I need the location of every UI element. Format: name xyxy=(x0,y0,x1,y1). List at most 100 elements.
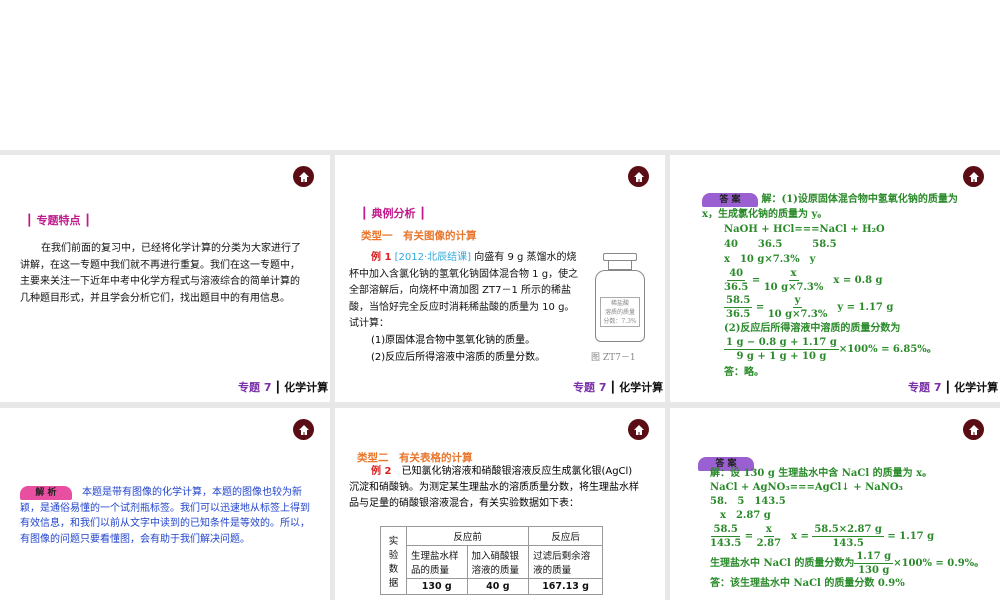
footer-separator: ┃ xyxy=(944,381,952,394)
label-line: 分数：7.3% xyxy=(603,318,637,325)
denominator: 9 g + 1 g + 10 g xyxy=(736,351,827,362)
slide-footer: 专题 7 ┃ 化学计算 xyxy=(908,381,998,394)
home-icon[interactable] xyxy=(293,166,314,187)
header-before: 反应前 xyxy=(405,526,530,546)
numerator: 58.5 xyxy=(724,295,753,308)
denominator: 2.87 xyxy=(756,538,782,549)
figure-caption: 图 ZT7－1 xyxy=(591,353,636,363)
type-heading: 类型一 有关图像的计算 xyxy=(361,230,477,242)
slide-footer: 专题 7 ┃ 化学计算 xyxy=(238,381,328,394)
result: ×100% = 0.9%。 xyxy=(893,558,985,569)
example-1-text: 例 1 [2012·北辰结课] 向盛有 9 g 蒸馏水的烧杯中加入含氯化钠的氢氧… xyxy=(349,250,584,333)
question-2: (2)反应后所得溶液中溶质的质量分数。 xyxy=(371,352,546,363)
x-label: x = xyxy=(791,531,809,542)
home-icon[interactable] xyxy=(628,166,649,187)
label-line: 溶质的质量 xyxy=(604,309,635,316)
footer-topic: 专题 7 xyxy=(238,381,272,394)
reagent-bottle-figure: 稀盐酸 溶质的质量 分数：7.3% xyxy=(593,253,647,345)
experiment-table: 实验数据 反应前 反应后 生理盐水样品的质量 加入硝酸银溶液的质量 过滤后剩余溶液的质量… xyxy=(380,526,603,595)
slide-thumbnail-1[interactable]: ┃ 专题特点 ┃ 在我们前面的复习中，已经将化学计算的分类为大家进行了讲解，在这… xyxy=(0,155,330,402)
slide-thumbnail-3[interactable]: 答 案 解：(1)设原固体混合物中氢氧化钠的质量为 x，生成氯化钠的质量为 y。… xyxy=(670,155,1000,402)
numerator: x xyxy=(788,268,799,281)
denominator: 130 g xyxy=(858,565,890,576)
equation: NaOH + HCl===NaCl + H₂O xyxy=(724,224,885,235)
ratio-2: 58.5 36.5 = y 10 g×7.3% y = 1.17 g xyxy=(724,295,894,320)
denominator: 36.5 xyxy=(724,282,749,293)
analysis-banner: 解 析 xyxy=(20,486,72,500)
numerator: 58.5×2.87 g xyxy=(812,524,884,537)
question-1: (1)原固体混合物中氢氧化钠的质量。 xyxy=(371,335,536,346)
answer-line: 解：设 130 g 生理盐水中含 NaCl 的质量为 x。 xyxy=(710,468,933,479)
numerator: 58.5 xyxy=(711,524,740,537)
example-source: [2012·北辰结课] xyxy=(394,252,472,263)
denominator: 143.5 xyxy=(832,538,864,549)
ratio-1: 40 36.5 = x 10 g×7.3% x = 0.8 g xyxy=(724,268,883,293)
numerator: x xyxy=(763,524,774,537)
mass-row: 40 36.5 58.5 xyxy=(724,239,837,250)
cell-value: 167.13 g xyxy=(528,578,603,595)
intro-text: 在我们前面的复习中，已经将化学计算的分类为大家进行了讲解，在这一专题中我们就不再… xyxy=(20,243,301,304)
footer-topic: 专题 7 xyxy=(908,381,942,394)
footer-topic: 专题 7 xyxy=(573,381,607,394)
footer-separator: ┃ xyxy=(274,381,282,394)
result: ×100% = 6.85%。 xyxy=(838,344,937,355)
footer-separator: ┃ xyxy=(609,381,617,394)
home-icon[interactable] xyxy=(293,419,314,440)
equation: NaCl + AgNO₃===AgCl↓ + NaNO₃ xyxy=(710,482,903,493)
home-icon[interactable] xyxy=(628,419,649,440)
mass-row: x 2.87 g xyxy=(720,510,771,521)
denominator: 10 g×7.3% xyxy=(763,282,824,293)
part-2: 生理盐水中 NaCl 的质量分数为 xyxy=(710,558,855,569)
example-text: 向盛有 9 g 蒸馏水的烧杯中加入含氯化钠的氢氧化钠固体混合物 1 g，使之全部… xyxy=(349,252,579,329)
denominator: 36.5 xyxy=(726,309,751,320)
example-2-text: 例 2 已知氯化钠溶液和硝酸银溶液反应生成氯化银(AgCl)沉淀和硝酸钠。为测定… xyxy=(349,464,639,512)
part-2: (2)反应后所得溶液中溶质的质量分数为 xyxy=(724,323,901,334)
type-heading: 类型二 有关表格的计算 xyxy=(357,452,473,464)
numerator: 1 g − 0.8 g + 1.17 g xyxy=(724,337,839,350)
header-after: 反应后 xyxy=(528,526,603,546)
home-icon[interactable] xyxy=(963,419,984,440)
final-answer: 答：该生理盐水中 NaCl 的质量分数 0.9% xyxy=(710,578,905,589)
col-header: 生理盐水样品的质量 xyxy=(406,545,468,579)
denominator: 143.5 xyxy=(710,538,742,549)
slide-thumbnail-5[interactable]: 类型二 有关表格的计算 例 2 已知氯化钠溶液和硝酸银溶液反应生成氯化银(AgC… xyxy=(335,408,665,600)
answer-calc: 解：设 130 g 生理盐水中含 NaCl 的质量为 x。 NaCl + AgN… xyxy=(710,467,995,591)
label-line: 稀盐酸 xyxy=(610,300,629,307)
example-label: 例 1 xyxy=(371,252,392,263)
section-title: ┃ 典例分析 ┃ xyxy=(361,207,426,220)
footer-name: 化学计算 xyxy=(284,381,329,394)
numerator: 1.17 g xyxy=(854,551,894,564)
mass-row: 58. 5 143.5 xyxy=(710,496,786,507)
slide-thumbnail-6[interactable]: 答 案 解：设 130 g 生理盐水中含 NaCl 的质量为 x。 NaCl +… xyxy=(670,408,1000,600)
example-text: 已知氯化钠溶液和硝酸银溶液反应生成氯化银(AgCl)沉淀和硝酸钠。为测定某生理盐… xyxy=(349,466,639,509)
answer-banner: 答 案 xyxy=(702,193,758,207)
ratio-3: 1 g − 0.8 g + 1.17 g9 g + 1 g + 10 g ×100… xyxy=(724,336,937,363)
slide-footer: 专题 7 ┃ 化学计算 xyxy=(573,381,663,394)
col-header: 加入硝酸银溶液的质量 xyxy=(466,545,530,579)
result: = 1.17 g xyxy=(887,531,935,542)
cell-value: 130 g xyxy=(406,578,468,595)
result: x = 0.8 g xyxy=(833,275,883,286)
analysis-text: 解 析 本题是带有图像的化学计算，本题的图像也较为新颖，是通俗易懂的一个试剂瓶标… xyxy=(20,485,312,547)
numerator: 40 xyxy=(727,268,746,281)
example-label: 例 2 xyxy=(371,466,392,477)
cell-value: 40 g xyxy=(466,578,530,595)
answer-text: 答 案 解：(1)设原固体混合物中氢氧化钠的质量为 x，生成氯化钠的质量为 y。 xyxy=(702,192,962,222)
denominator: 10 g×7.3% xyxy=(767,309,828,320)
section-title: ┃ 专题特点 ┃ xyxy=(26,214,91,227)
row-header: 实验数据 xyxy=(380,526,407,595)
answer-calc: NaOH + HCl===NaCl + H₂O 40 36.5 58.5 x 1… xyxy=(724,222,937,380)
blank-area xyxy=(0,0,1000,150)
final-answer: 答：略。 xyxy=(724,367,764,378)
slide-thumbnail-2[interactable]: ┃ 典例分析 ┃ 类型一 有关图像的计算 例 1 [2012·北辰结课] 向盛有… xyxy=(335,155,665,402)
col-header: 过滤后剩余溶液的质量 xyxy=(528,545,603,579)
footer-name: 化学计算 xyxy=(619,381,664,394)
ratio-1: 58.5 143.5 = x 2.87 x = 58.5×2.87 g 143.5 =… xyxy=(710,524,935,549)
numerator: y xyxy=(792,295,803,308)
slide-thumbnail-4[interactable]: 解 析 本题是带有图像的化学计算，本题的图像也较为新颖，是通俗易懂的一个试剂瓶标… xyxy=(0,408,330,600)
footer-name: 化学计算 xyxy=(954,381,999,394)
result: y = 1.17 g xyxy=(837,302,894,313)
home-icon[interactable] xyxy=(963,166,984,187)
ratio-2: 生理盐水中 NaCl 的质量分数为 1.17 g 130 g ×100% = 0.9%… xyxy=(710,550,995,577)
mass-row: x 10 g×7.3% y xyxy=(724,254,816,265)
